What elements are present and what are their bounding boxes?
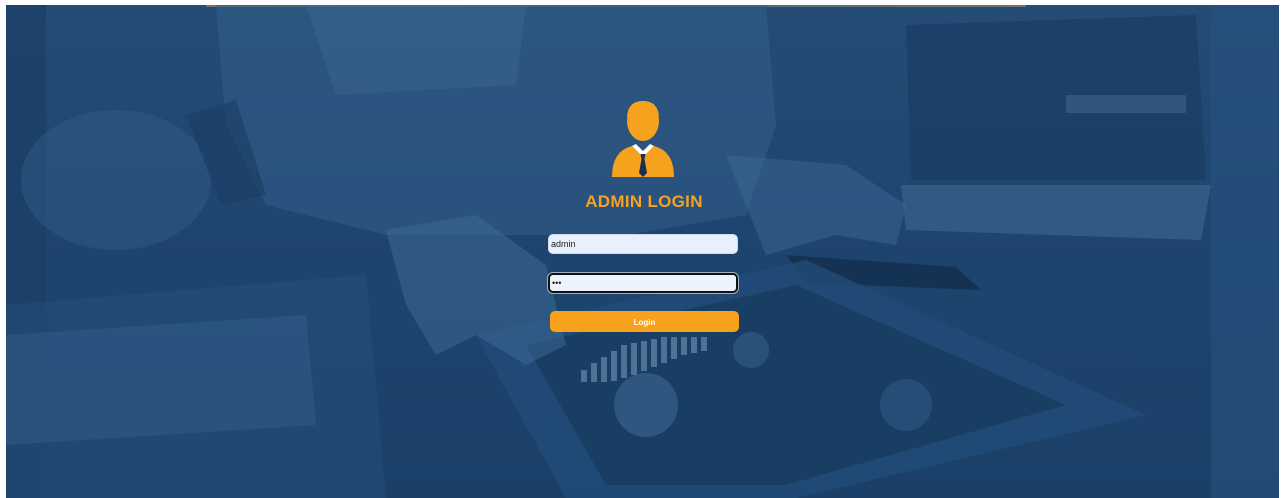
page-title: ADMIN LOGIN [585,192,703,211]
admin-user-icon [612,101,674,177]
password-field[interactable] [548,273,738,293]
username-field[interactable] [548,234,738,254]
login-button[interactable]: Login [550,311,739,332]
login-page: ADMIN LOGIN Login [0,0,1283,498]
